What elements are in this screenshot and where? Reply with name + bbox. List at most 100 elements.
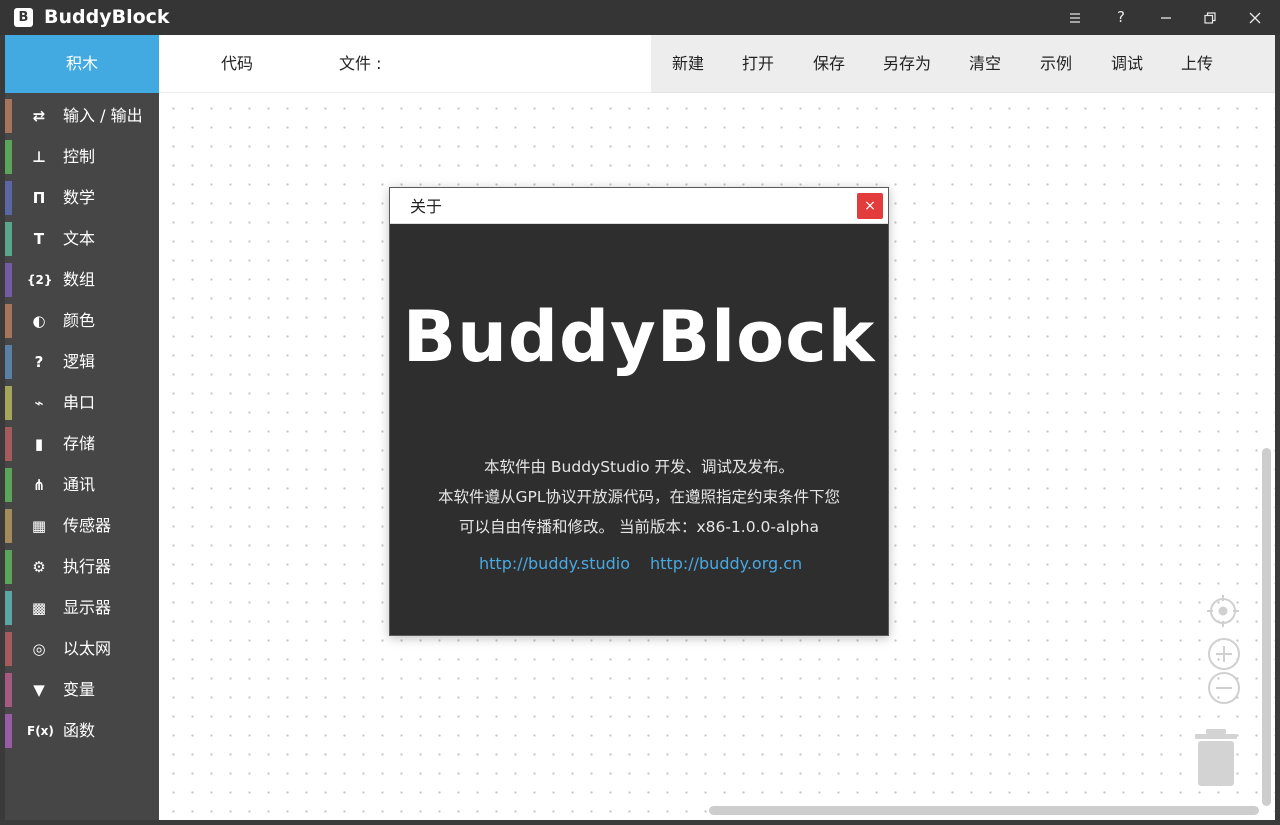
minimize-button[interactable] <box>1143 0 1189 35</box>
link-buddy-org[interactable]: http://buddy.org.cn <box>650 552 802 576</box>
upload-button[interactable]: 上传 <box>1173 35 1221 93</box>
sidebar-item-label: 数学 <box>63 188 96 207</box>
pi-icon: Π <box>32 189 46 207</box>
zoom-out-button[interactable] <box>1207 671 1241 705</box>
sidebar-item-label: 存储 <box>63 434 96 453</box>
category-color-bar <box>5 386 12 420</box>
trash-icon <box>1195 729 1237 786</box>
clear-button[interactable]: 清空 <box>961 35 1009 93</box>
about-dialog-close-button[interactable]: × <box>857 193 883 219</box>
bookmark-icon: ▼ <box>33 681 45 699</box>
category-color-bar <box>5 714 12 748</box>
category-color-bar <box>5 304 12 338</box>
category-color-bar <box>5 140 12 174</box>
sidebar-item-5[interactable]: ◐ 颜色 <box>5 302 159 340</box>
sidebar-item-label: 数组 <box>63 270 96 289</box>
category-color-bar <box>5 345 12 379</box>
link-buddy-studio[interactable]: http://buddy.studio <box>479 552 630 576</box>
sidebar-item-label: 传感器 <box>63 516 112 535</box>
sidebar-item-6[interactable]: ? 逻辑 <box>5 343 159 381</box>
sidebar-item-9[interactable]: ⋔ 通讯 <box>5 466 159 504</box>
new-button[interactable]: 新建 <box>664 35 712 93</box>
zoom-in-button[interactable] <box>1207 637 1241 671</box>
sidebar-item-11[interactable]: ⚙ 执行器 <box>5 548 159 586</box>
file-label: 文件 : <box>339 54 382 73</box>
sidebar-item-13[interactable]: ◎ 以太网 <box>5 630 159 668</box>
file-icon: ▮ <box>34 435 44 453</box>
sidebar-item-1[interactable]: ⊥ 控制 <box>5 138 159 176</box>
help-icon: ? <box>1117 8 1125 26</box>
network-icon: ⋔ <box>32 476 46 494</box>
sidebar-item-12[interactable]: ▩ 显示器 <box>5 589 159 627</box>
sidebar-item-label: 串口 <box>63 393 96 412</box>
braces-icon: {2} <box>27 273 53 287</box>
stamp-icon: ⊥ <box>32 148 46 166</box>
grid-display-icon: ▩ <box>31 599 47 617</box>
sidebar-item-10[interactable]: ▦ 传感器 <box>5 507 159 545</box>
zoom-in-icon <box>1208 638 1240 670</box>
debug-button[interactable]: 调试 <box>1103 35 1151 93</box>
about-dialog-title: 关于 <box>410 197 443 216</box>
sidebar-item-label: 通讯 <box>63 475 96 494</box>
palette-icon: ◐ <box>32 312 46 330</box>
workspace-vertical-scrollbar[interactable] <box>1262 448 1271 806</box>
category-color-bar <box>5 673 12 707</box>
sidebar-item-8[interactable]: ▮ 存储 <box>5 425 159 463</box>
about-line-3: 可以自由传播和修改。 当前版本：x86-1.0.0-alpha <box>459 518 819 536</box>
question-icon: ? <box>34 353 44 371</box>
sidebar-item-label: 文本 <box>63 229 96 248</box>
about-brand-name: BuddyBlock <box>402 296 876 378</box>
about-line-2: 本软件遵从GPL协议开放源代码，在遵照指定约束条件下您 <box>438 488 840 506</box>
sidebar-item-label: 颜色 <box>63 311 96 330</box>
target-icon <box>1207 595 1239 627</box>
sidebar-item-2[interactable]: Π 数学 <box>5 179 159 217</box>
motor-icon: ⚙ <box>32 558 46 576</box>
help-button[interactable]: ? <box>1098 0 1144 35</box>
category-color-bar <box>5 468 12 502</box>
menu-button[interactable] <box>1052 0 1098 35</box>
sidebar-item-label: 变量 <box>63 680 96 699</box>
close-window-button[interactable] <box>1232 0 1278 35</box>
swap-arrows-icon: ⇄ <box>32 107 46 125</box>
category-color-bar <box>5 632 12 666</box>
workspace-horizontal-scrollbar[interactable] <box>709 806 1259 815</box>
save-as-button[interactable]: 另存为 <box>876 35 938 93</box>
sidebar-item-label: 逻辑 <box>63 352 96 371</box>
sidebar-item-label: 执行器 <box>63 557 112 576</box>
restore-icon <box>1204 11 1216 24</box>
sidebar-item-14[interactable]: ▼ 变量 <box>5 671 159 709</box>
app-logo-icon: B <box>14 8 33 27</box>
category-color-bar <box>5 222 12 256</box>
sidebar-item-15[interactable]: F(x) 函数 <box>5 712 159 750</box>
sidebar-item-0[interactable]: ⇄ 输入 / 输出 <box>5 97 159 135</box>
category-color-bar <box>5 427 12 461</box>
category-color-bar <box>5 181 12 215</box>
minimize-icon <box>1161 16 1171 19</box>
sidebar-item-3[interactable]: T 文本 <box>5 220 159 258</box>
save-button[interactable]: 保存 <box>805 35 853 93</box>
sidebar-item-label: 函数 <box>63 721 96 740</box>
text-t-icon: T <box>33 230 45 248</box>
examples-button[interactable]: 示例 <box>1032 35 1080 93</box>
sidebar-item-label: 输入 / 输出 <box>63 106 143 125</box>
recenter-button[interactable] <box>1206 594 1240 628</box>
restore-button[interactable] <box>1187 0 1233 35</box>
tab-blocks[interactable]: 积木 <box>5 35 159 93</box>
category-color-bar <box>5 263 12 297</box>
close-icon: × <box>864 198 876 214</box>
sidebar-item-7[interactable]: ⌁ 串口 <box>5 384 159 422</box>
plug-icon: ⌁ <box>34 394 44 412</box>
tab-code[interactable]: 代码 <box>205 35 269 93</box>
zoom-out-icon <box>1208 672 1240 704</box>
about-line-1: 本软件由 BuddyStudio 开发、调试及发布。 <box>483 458 795 476</box>
menu-icon <box>1070 12 1080 23</box>
about-dialog: 关于 × BuddyBlock 本软件由 BuddyStudio 开发、调试及发… <box>389 187 889 636</box>
trash-can[interactable] <box>1194 726 1238 788</box>
about-dialog-header: 关于 × <box>390 188 888 224</box>
open-button[interactable]: 打开 <box>734 35 782 93</box>
category-color-bar <box>5 550 12 584</box>
globe-icon: ◎ <box>32 640 46 658</box>
sidebar-item-label: 以太网 <box>63 639 112 658</box>
sidebar-item-4[interactable]: {2} 数组 <box>5 261 159 299</box>
app-title: BuddyBlock <box>44 6 170 28</box>
